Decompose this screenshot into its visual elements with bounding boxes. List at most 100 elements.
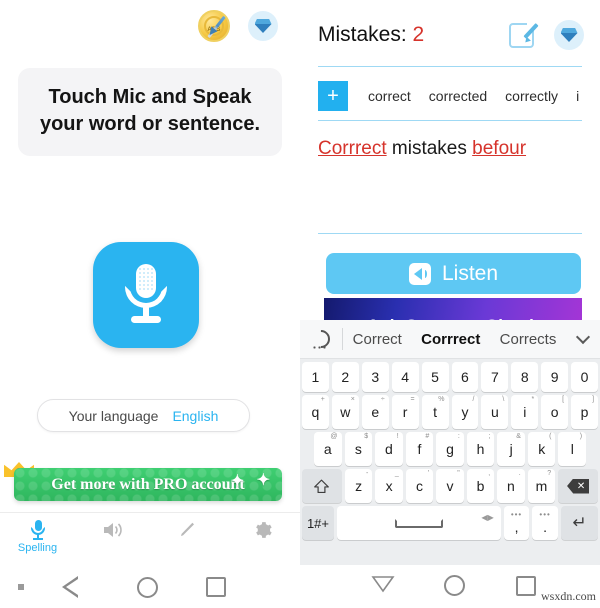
keyboard-suggestion-current[interactable]: Corrrect: [421, 331, 480, 348]
key-symbol: $: [364, 433, 369, 440]
text-editor-content[interactable]: Corrrect mistakes befour: [318, 136, 590, 163]
enter-icon[interactable]: ↵: [560, 506, 598, 540]
watermark: wsxdn.com: [541, 589, 596, 603]
period-key[interactable]: ••• .: [532, 506, 558, 540]
key-symbol: -: [365, 470, 369, 477]
key-9[interactable]: 9: [541, 362, 569, 392]
key-extra-dots: •••: [510, 510, 523, 519]
key-f[interactable]: # f: [405, 432, 434, 466]
key-x[interactable]: _ x: [375, 469, 403, 503]
key-b[interactable]: ,b: [466, 469, 495, 503]
sidebar-item-write[interactable]: [150, 520, 225, 540]
key-y[interactable]: / y: [451, 395, 479, 429]
key-3[interactable]: 3: [361, 362, 389, 392]
edit-pencil-icon[interactable]: [509, 20, 539, 49]
sparkle-icon: ✦: [256, 472, 270, 489]
sidebar-item-settings[interactable]: [225, 520, 300, 540]
key-letter: g: [446, 441, 454, 457]
key-h[interactable]: ; h: [466, 432, 495, 466]
keyboard-suggestion[interactable]: Corrects: [500, 331, 557, 348]
key-symbol: ?: [547, 470, 552, 477]
key-a[interactable]: @ a: [313, 432, 342, 466]
period-glyph: .: [543, 519, 548, 535]
keyboard-suggestion-strip: Correct Corrrect Corrects: [300, 320, 600, 359]
recents-square-icon[interactable]: [516, 576, 536, 596]
key-symbol: *: [531, 396, 535, 403]
listen-button[interactable]: Listen: [326, 253, 581, 294]
suggestion-word[interactable]: correctly: [505, 88, 558, 104]
sparkle-icon: ✦: [230, 473, 244, 490]
key-n[interactable]: .n: [497, 469, 525, 503]
word-suggestion-bar: + correct corrected correctly i: [318, 78, 600, 114]
key-w[interactable]: × w: [331, 395, 359, 429]
back-triangle-icon[interactable]: [370, 574, 396, 594]
home-circle-icon[interactable]: [137, 576, 158, 598]
shift-glyph: [314, 479, 330, 493]
key-letter: l: [570, 441, 574, 457]
diamond-icon[interactable]: [554, 20, 584, 50]
back-triangle-inner: [66, 579, 78, 595]
misspelled-word[interactable]: befour: [472, 138, 526, 159]
mic-button[interactable]: [93, 242, 199, 348]
key-p[interactable]: ] p: [571, 395, 599, 429]
key-5[interactable]: 5: [421, 362, 449, 392]
home-circle-icon[interactable]: [444, 575, 465, 596]
add-word-button[interactable]: +: [318, 81, 348, 111]
key-l[interactable]: ) l: [558, 432, 587, 466]
hint-card: Touch Mic and Speak your word or sentenc…: [18, 68, 282, 156]
key-c[interactable]: ' c: [405, 469, 434, 503]
key-t[interactable]: % t: [421, 395, 449, 429]
key-0[interactable]: 0: [571, 362, 599, 392]
divider-above-listen: [318, 233, 582, 234]
key-1[interactable]: 1: [301, 362, 329, 392]
key-letter: b: [476, 478, 485, 494]
key-i[interactable]: * i: [511, 395, 539, 429]
ads-coin-icon[interactable]: ADS: [198, 10, 230, 42]
key-symbol: ÷: [380, 396, 385, 403]
key-v[interactable]: " v: [436, 469, 464, 503]
key-u[interactable]: \ u: [481, 395, 509, 429]
keyboard-suggestion[interactable]: Correct: [353, 331, 402, 348]
key-d[interactable]: ! d: [375, 432, 403, 466]
key-4[interactable]: 4: [391, 362, 419, 392]
key-q[interactable]: + q: [301, 395, 329, 429]
key-m[interactable]: ? m: [527, 469, 556, 503]
shift-icon[interactable]: [302, 469, 342, 503]
emoji-swap-icon[interactable]: [300, 326, 342, 352]
space-key[interactable]: ◀▶: [336, 506, 501, 540]
key-z[interactable]: -z: [344, 469, 373, 503]
key-g[interactable]: :g: [436, 432, 464, 466]
diamond-top-facet: [254, 19, 272, 24]
suggestion-word[interactable]: corrected: [429, 88, 487, 104]
key-6[interactable]: 6: [451, 362, 479, 392]
key-j[interactable]: & j: [497, 432, 525, 466]
recents-square-icon[interactable]: [206, 577, 226, 597]
key-r[interactable]: = r: [391, 395, 419, 429]
comma-key[interactable]: ••• ,: [503, 506, 530, 540]
key-o[interactable]: [o: [541, 395, 569, 429]
key-s[interactable]: $ s: [344, 432, 373, 466]
pencil-icon: [180, 522, 194, 536]
diamond-glyph: [254, 19, 272, 33]
misspelled-word[interactable]: Corrrect: [318, 138, 387, 159]
sidebar-item-spelling[interactable]: Spelling: [0, 520, 75, 554]
key-symbol: [: [562, 396, 565, 403]
keyboard-suggestions: Correct Corrrect Corrects: [343, 331, 566, 348]
key-2[interactable]: 2: [331, 362, 359, 392]
chevron-down-icon[interactable]: [566, 329, 600, 345]
backspace-icon[interactable]: ✕: [558, 469, 598, 503]
symbols-key[interactable]: 1#+: [302, 506, 334, 540]
diamond-icon[interactable]: [248, 11, 278, 41]
sidebar-item-listen[interactable]: [75, 520, 150, 540]
key-7[interactable]: 7: [481, 362, 509, 392]
key-k[interactable]: (k: [527, 432, 556, 466]
divider-top: [318, 66, 582, 67]
suggestion-word[interactable]: correct: [368, 88, 411, 104]
key-e[interactable]: ÷ e: [361, 395, 389, 429]
key-8[interactable]: 8: [511, 362, 539, 392]
pro-account-banner[interactable]: Get more with PRO account ✦ ✦: [14, 468, 282, 501]
speaker-icon: [103, 523, 122, 537]
key-letter: y: [461, 404, 469, 420]
suggestion-word[interactable]: i: [576, 88, 579, 104]
language-selector[interactable]: Your language English: [37, 399, 250, 432]
